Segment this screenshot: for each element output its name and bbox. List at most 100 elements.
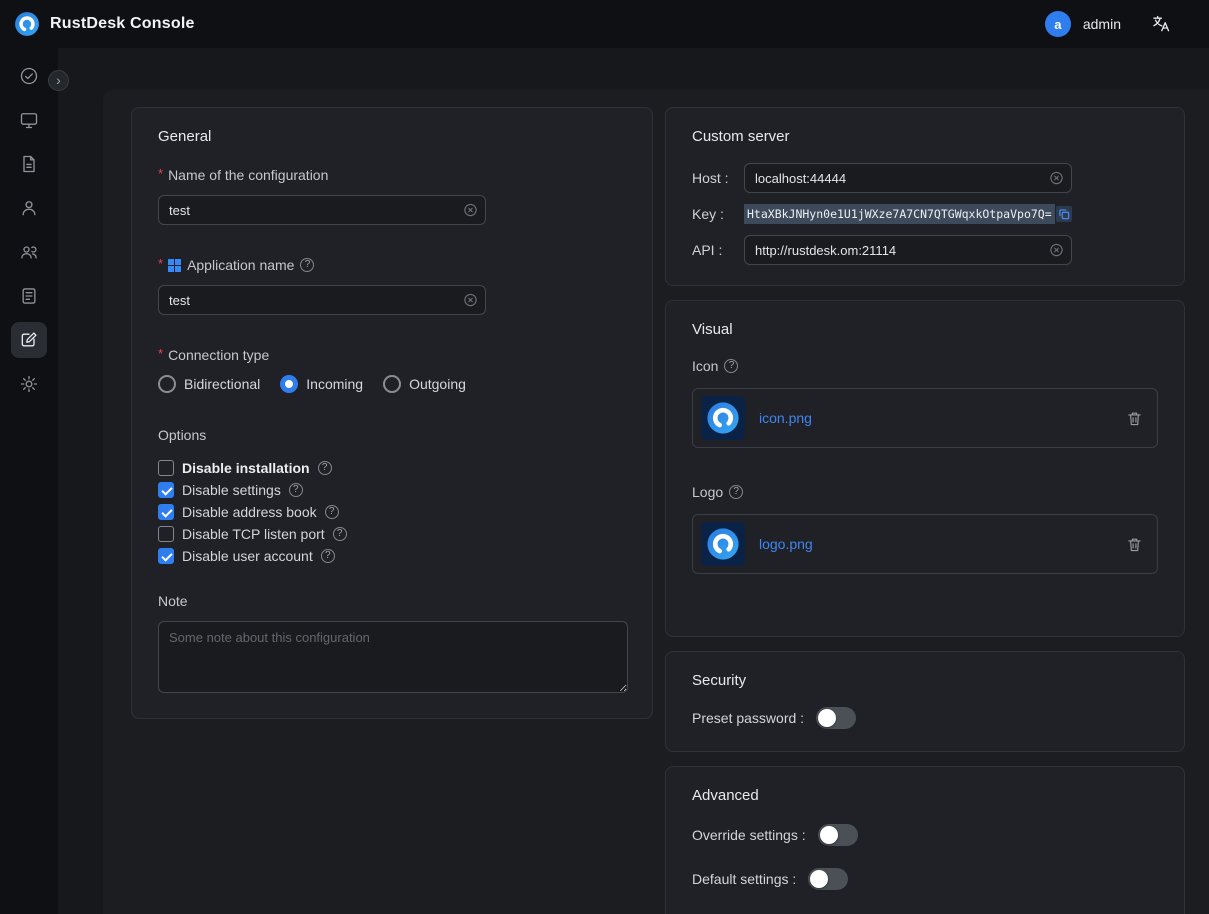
checkbox[interactable] [158, 504, 174, 520]
override-settings-toggle[interactable] [818, 824, 858, 846]
radio-outgoing[interactable]: Outgoing [383, 375, 466, 393]
name-config-label-row: * Name of the configuration [158, 167, 626, 183]
help-icon[interactable]: ? [318, 461, 332, 475]
host-label: Host : [692, 170, 744, 186]
main-panel: General * Name of the configuration * Ap… [103, 90, 1209, 914]
default-settings-toggle[interactable] [808, 868, 848, 890]
option-label: Disable installation [182, 460, 310, 476]
help-icon[interactable]: ? [321, 549, 335, 563]
logo-label: Logo [692, 484, 723, 500]
override-settings-row: Override settings : [692, 824, 1158, 846]
icon-file-link[interactable]: icon.png [759, 410, 812, 426]
app-name-input[interactable] [158, 285, 486, 315]
connection-type-label: Connection type [168, 347, 269, 363]
general-title: General [158, 128, 626, 145]
copy-icon[interactable] [1056, 206, 1072, 222]
key-row: Key : HtaXBkJNHyn0e1U1jWXze7A7CN7QTGWqxk… [692, 199, 1158, 229]
host-field [744, 163, 1072, 193]
general-card: General * Name of the configuration * Ap… [131, 107, 653, 719]
required-asterisk: * [158, 346, 163, 361]
icon-label-row: Icon ? [692, 358, 1158, 374]
windows-icon [168, 259, 181, 272]
key-value[interactable]: HtaXBkJNHyn0e1U1jWXze7A7CN7QTGWqxkOtpaVp… [744, 204, 1055, 224]
trash-icon[interactable] [1126, 536, 1143, 553]
avatar[interactable]: a [1045, 11, 1071, 37]
logo-preview [701, 522, 745, 566]
host-input[interactable] [744, 163, 1072, 193]
option-disable-settings: Disable settings ? [158, 479, 626, 501]
sidebar-item-documents[interactable] [11, 146, 47, 182]
sidebar-item-groups[interactable] [11, 234, 47, 270]
logo-file-link[interactable]: logo.png [759, 536, 813, 552]
help-icon[interactable]: ? [724, 359, 738, 373]
chevron-right-icon: › [56, 73, 61, 87]
clear-input-icon[interactable] [1049, 171, 1064, 186]
logo-label-row: Logo ? [692, 484, 1158, 500]
clear-input-icon[interactable] [463, 293, 478, 308]
api-field [744, 235, 1072, 265]
name-config-label: Name of the configuration [168, 167, 328, 183]
help-icon[interactable]: ? [325, 505, 339, 519]
override-settings-label: Override settings : [692, 827, 806, 843]
option-label: Disable settings [182, 482, 281, 498]
radio-incoming[interactable]: Incoming [280, 375, 363, 393]
advanced-title: Advanced [692, 787, 1158, 804]
app-name-field [158, 285, 486, 315]
sidebar-item-user[interactable] [11, 190, 47, 226]
sidebar-item-settings[interactable] [11, 366, 47, 402]
checkbox[interactable] [158, 482, 174, 498]
visual-card: Visual Icon ? icon.png [665, 300, 1185, 637]
language-icon[interactable] [1151, 14, 1171, 34]
key-field: HtaXBkJNHyn0e1U1jWXze7A7CN7QTGWqxkOtpaVp… [744, 204, 1072, 224]
preset-password-label: Preset password : [692, 710, 804, 726]
help-icon[interactable]: ? [333, 527, 347, 541]
preset-password-toggle[interactable] [816, 707, 856, 729]
name-config-input[interactable] [158, 195, 486, 225]
connection-type-label-row: * Connection type [158, 347, 626, 363]
radio-circle[interactable] [158, 375, 176, 393]
custom-server-title: Custom server [692, 128, 1158, 145]
connection-type-group: Bidirectional Incoming Outgoing [158, 375, 626, 393]
note-label: Note [158, 593, 626, 609]
api-input[interactable] [744, 235, 1072, 265]
sidebar-expand-button[interactable]: › [48, 70, 69, 91]
default-settings-row: Default settings : [692, 868, 1158, 890]
user-icon [19, 198, 39, 218]
sidebar-item-custom-clients[interactable] [11, 322, 47, 358]
visual-title: Visual [692, 321, 1158, 338]
sidebar-item-devices[interactable] [11, 102, 47, 138]
icon-preview [701, 396, 745, 440]
radio-label: Bidirectional [184, 376, 260, 392]
option-label: Disable address book [182, 504, 317, 520]
option-disable-installation: Disable installation ? [158, 457, 626, 479]
note-textarea[interactable] [158, 621, 628, 693]
sidebar [0, 48, 58, 914]
clear-input-icon[interactable] [1049, 243, 1064, 258]
options-label: Options [158, 427, 626, 443]
app-name-label: Application name [187, 257, 294, 273]
icon-file-box: icon.png [692, 388, 1158, 448]
trash-icon[interactable] [1126, 410, 1143, 427]
option-disable-address-book: Disable address book ? [158, 501, 626, 523]
required-asterisk: * [158, 256, 163, 271]
help-icon[interactable]: ? [300, 258, 314, 272]
checkbox[interactable] [158, 460, 174, 476]
clear-input-icon[interactable] [463, 203, 478, 218]
radio-circle[interactable] [383, 375, 401, 393]
help-icon[interactable]: ? [289, 483, 303, 497]
radio-bidirectional[interactable]: Bidirectional [158, 375, 260, 393]
header-right: a admin [1045, 11, 1195, 37]
file-icon [19, 154, 39, 174]
advanced-card: Advanced Override settings : Default set… [665, 766, 1185, 914]
sidebar-item-audit[interactable] [11, 278, 47, 314]
checkbox[interactable] [158, 526, 174, 542]
gear-icon [19, 374, 39, 394]
journal-icon [19, 286, 39, 306]
sidebar-item-overview[interactable] [11, 58, 47, 94]
default-settings-label: Default settings : [692, 871, 796, 887]
checkbox[interactable] [158, 548, 174, 564]
radio-circle[interactable] [280, 375, 298, 393]
edit-icon [19, 330, 39, 350]
user-name[interactable]: admin [1083, 16, 1121, 32]
help-icon[interactable]: ? [729, 485, 743, 499]
